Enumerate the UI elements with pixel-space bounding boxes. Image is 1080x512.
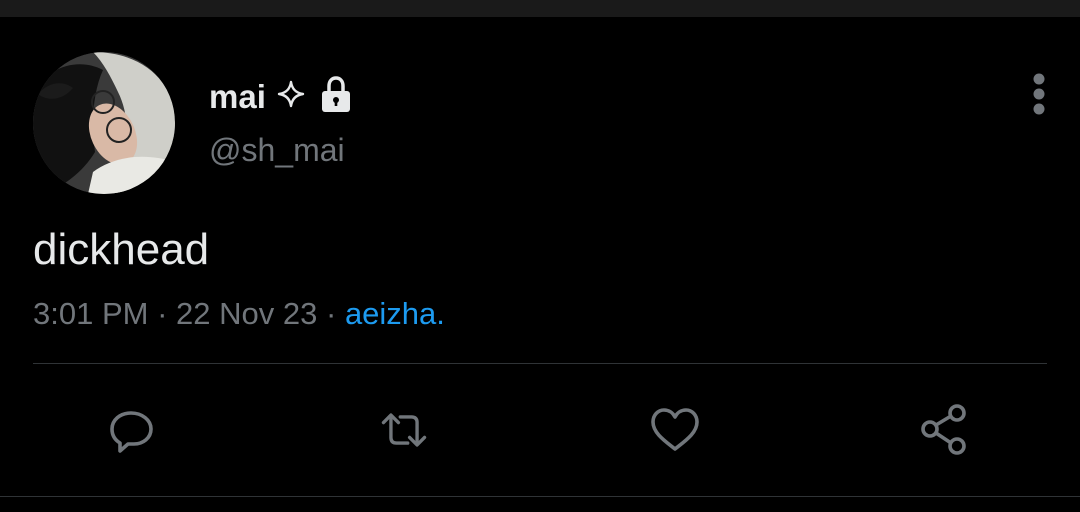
bottom-divider (0, 496, 1080, 497)
retweet-icon (381, 413, 427, 447)
retweet-button[interactable] (376, 404, 432, 456)
avatar-image (33, 52, 175, 194)
meta-separator: · (157, 296, 168, 331)
author-handle[interactable]: @sh_mai (209, 134, 345, 166)
lock-icon (316, 74, 356, 119)
top-status-strip (0, 0, 1080, 17)
sparkle-icon (276, 79, 306, 114)
tweet-time[interactable]: 3:01 PM (33, 296, 148, 331)
more-options-button[interactable] (1022, 70, 1056, 118)
tweet-meta: 3:01 PM · 22 Nov 23 · aeizha. (33, 298, 445, 329)
more-vertical-icon (1033, 73, 1045, 115)
source-link[interactable]: aeizha. (345, 296, 445, 331)
author-name-row[interactable]: mai (209, 74, 356, 118)
share-button[interactable] (917, 404, 973, 456)
reply-icon (110, 411, 153, 453)
meta-separator: · (325, 296, 337, 331)
tweet-text: dickhead (33, 225, 210, 274)
avatar[interactable] (33, 52, 175, 194)
display-name[interactable]: mai (209, 80, 266, 113)
divider (33, 363, 1047, 364)
like-button[interactable] (647, 404, 703, 456)
tweet-date[interactable]: 22 Nov 23 (176, 296, 317, 331)
reply-button[interactable] (105, 404, 161, 456)
share-icon (921, 404, 966, 455)
like-icon (651, 408, 699, 451)
